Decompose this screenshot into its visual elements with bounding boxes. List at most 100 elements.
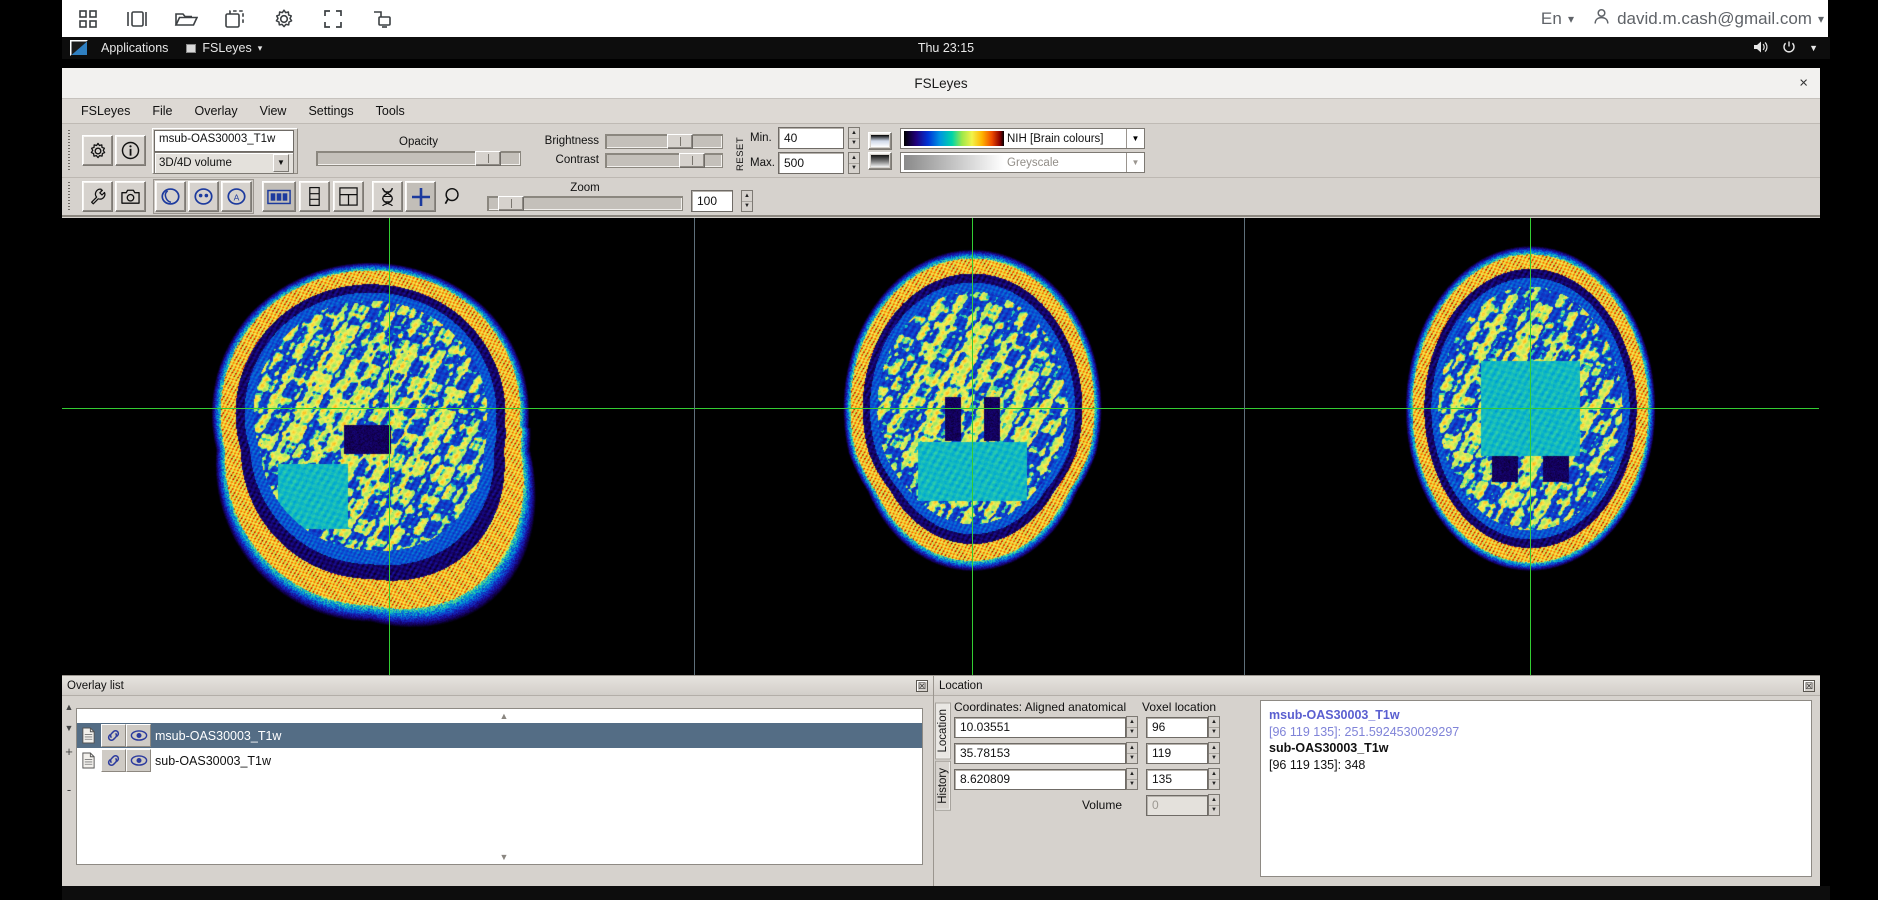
overlay-visibility-button[interactable] (126, 749, 151, 772)
move-down-icon[interactable]: ▼ (65, 723, 74, 733)
contrast-slider-knob[interactable] (678, 152, 705, 168)
power-icon[interactable] (1782, 40, 1796, 57)
wrench-icon[interactable] (82, 181, 113, 212)
three-column-layout-icon[interactable] (262, 181, 296, 212)
account-avatar-icon (1592, 7, 1611, 31)
reset-button[interactable]: RESET (735, 131, 746, 170)
menu-file[interactable]: File (141, 102, 183, 120)
opacity-slider[interactable] (316, 150, 521, 166)
list-scroll-up-icon[interactable]: ▲ (500, 711, 509, 721)
max-stepper[interactable]: ▲ ▼ (848, 152, 860, 174)
zoom-slider[interactable] (487, 196, 683, 211)
list-scroll-down-icon[interactable]: ▼ (500, 852, 509, 862)
voxel-x-input[interactable] (1146, 716, 1208, 738)
coord-x-input[interactable] (954, 716, 1126, 738)
move-up-icon[interactable]: ▲ (65, 702, 74, 712)
camera-icon[interactable] (115, 181, 146, 212)
voxel-z-stepper[interactable]: ▲ ▼ (1208, 768, 1220, 790)
overlay-name-field[interactable]: msub-OAS30003_T1w (154, 129, 294, 152)
voxel-x-stepper[interactable]: ▲ ▼ (1208, 716, 1220, 738)
chevron-down-icon[interactable]: ▼ (1809, 43, 1818, 53)
gear-icon[interactable] (272, 7, 296, 31)
chevron-down-icon[interactable]: ▼ (1126, 129, 1144, 148)
min-label: Min. (750, 132, 772, 144)
menu-view[interactable]: View (249, 102, 298, 120)
overlay-type-dropdown[interactable]: 3D/4D volume ▼ (154, 151, 294, 174)
brightness-slider[interactable] (605, 133, 723, 149)
copy-window-icon[interactable] (223, 7, 247, 31)
overlay-list-order-controls: ▲ ▼ + - (62, 696, 76, 887)
folder-open-icon[interactable] (174, 7, 198, 31)
chevron-down-icon[interactable]: ▾ (1568, 12, 1574, 26)
coord-y-stepper[interactable]: ▲ ▼ (1126, 742, 1138, 764)
coord-x-stepper[interactable]: ▲ ▼ (1126, 716, 1138, 738)
account-chevron-down-icon[interactable]: ▾ (1818, 12, 1824, 26)
display-range-preview-b[interactable] (868, 151, 892, 170)
overlay-link-button[interactable] (101, 724, 126, 747)
grid-layout-icon[interactable] (333, 181, 364, 212)
location-close-button[interactable]: ☒ (1803, 679, 1815, 692)
negative-colourmap-dropdown[interactable]: Greyscale ▼ (900, 152, 1145, 173)
eyes-brain-icon[interactable] (188, 181, 219, 212)
voxel-z-input[interactable] (1146, 768, 1208, 790)
min-input[interactable] (778, 127, 844, 149)
coronal-view[interactable]: S A R (695, 218, 1245, 675)
overlay-link-button[interactable] (101, 749, 126, 772)
view-toolbar-drag-handle[interactable] (66, 181, 73, 212)
coord-y-input[interactable] (954, 742, 1126, 764)
overlay-list-box[interactable]: ▲ ▼ msub-OAS30003_T1w sub-OAS30003_T1w (76, 708, 923, 865)
sidebar-panel-icon[interactable] (125, 7, 149, 31)
overlay-list-close-button[interactable]: ☒ (916, 679, 928, 692)
zoom-stepper[interactable]: ▲ ▼ (741, 190, 753, 212)
coord-z-stepper[interactable]: ▲ ▼ (1126, 768, 1138, 790)
remove-overlay-button[interactable]: - (67, 782, 71, 797)
movie-brain-icon[interactable] (155, 181, 186, 212)
menu-settings[interactable]: Settings (297, 102, 364, 120)
min-stepper[interactable]: ▲ ▼ (848, 127, 860, 149)
close-icon[interactable]: × (1799, 76, 1808, 91)
brain-tool-group: A (153, 179, 254, 214)
contrast-slider[interactable] (605, 152, 723, 168)
tab-location[interactable]: Location (935, 702, 951, 760)
menu-overlay[interactable]: Overlay (184, 102, 249, 120)
opacity-control: Opacity (316, 136, 521, 166)
coord-z-input[interactable] (954, 768, 1126, 790)
opacity-slider-knob[interactable] (474, 150, 501, 166)
zoom-slider-knob[interactable] (498, 196, 525, 211)
fullscreen-expand-icon[interactable] (321, 7, 345, 31)
zoom-input[interactable] (691, 190, 733, 212)
overlay-info-button[interactable] (115, 135, 146, 166)
chevron-down-icon[interactable]: ▼ (273, 153, 289, 172)
language-indicator[interactable]: En (1541, 9, 1562, 29)
menu-fsleyes[interactable]: FSLeyes (70, 102, 141, 120)
add-overlay-button[interactable]: + (65, 744, 73, 759)
sagittal-view[interactable]: S P A (62, 218, 695, 675)
cast-screen-icon[interactable] (370, 7, 394, 31)
voxel-y-input[interactable] (1146, 742, 1208, 764)
table-row[interactable]: msub-OAS30003_T1w (77, 723, 922, 748)
brightness-slider-knob[interactable] (666, 133, 693, 149)
tab-history[interactable]: History (935, 761, 951, 812)
display-range-preview-a[interactable] (868, 131, 892, 150)
magnifier-icon[interactable] (438, 181, 469, 212)
table-row[interactable]: sub-OAS30003_T1w (77, 748, 922, 773)
fsleyes-window: FSLeyes × FSLeyes File Overlay View Sett… (62, 68, 1820, 887)
volume-icon[interactable] (1753, 40, 1769, 57)
location-fields: Coordinates: Aligned anatomical Voxel lo… (952, 696, 1252, 887)
account-email[interactable]: david.m.cash@gmail.com (1617, 9, 1812, 29)
axial-view[interactable]: A P L R L (1245, 218, 1819, 675)
voxel-y-stepper[interactable]: ▲ ▼ (1208, 742, 1220, 764)
overlay-list-header: Overlay list ☒ (62, 676, 933, 696)
apps-grid-icon[interactable] (76, 7, 100, 31)
display-settings-button[interactable] (82, 135, 113, 166)
menu-tools[interactable]: Tools (365, 102, 416, 120)
max-input[interactable] (778, 152, 844, 174)
shell-left-gap (0, 0, 62, 37)
toolbar-drag-handle[interactable] (66, 129, 73, 172)
dna-helix-icon[interactable] (372, 181, 403, 212)
colourmap-dropdown[interactable]: NIH [Brain colours] ▼ (900, 128, 1145, 149)
vertical-stack-layout-icon[interactable] (299, 181, 330, 212)
atlas-brain-icon[interactable]: A (221, 181, 252, 212)
crosshair-plus-icon[interactable] (405, 181, 436, 212)
overlay-visibility-button[interactable] (126, 724, 151, 747)
